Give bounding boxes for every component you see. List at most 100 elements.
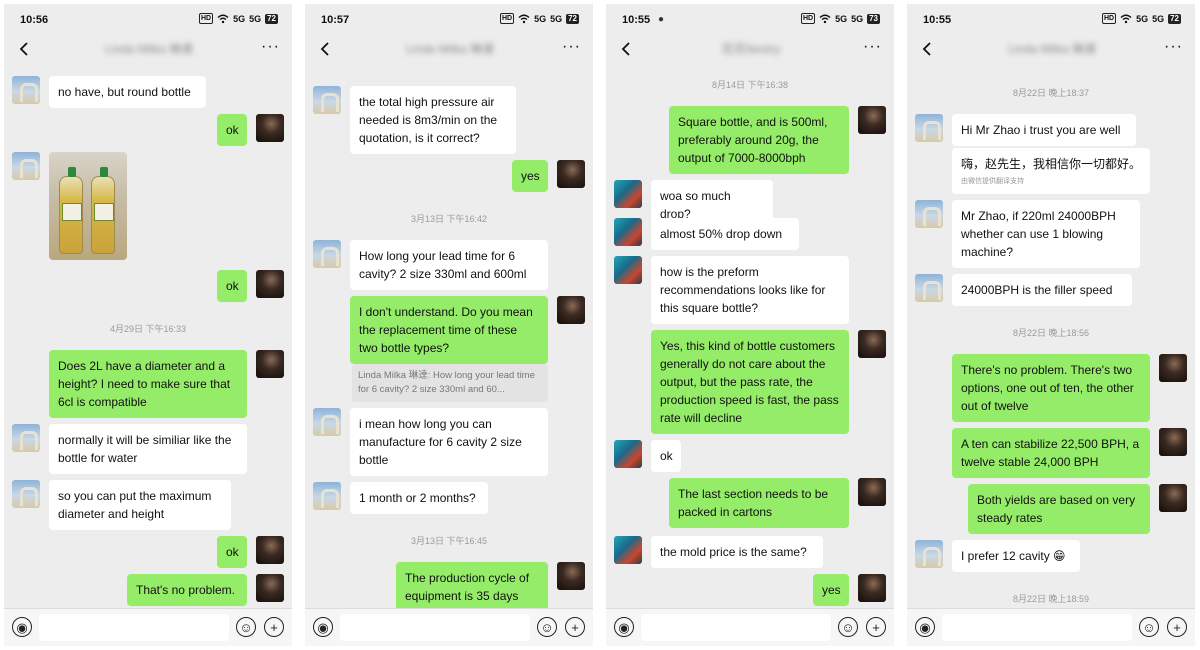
- message-bubble[interactable]: yes: [512, 160, 548, 192]
- chevron-left-icon[interactable]: [616, 38, 638, 60]
- avatar[interactable]: [557, 296, 585, 324]
- emoji-icon[interactable]: ☺: [1139, 617, 1159, 637]
- quoted-message[interactable]: Linda Milka 琳達: How long your lead time …: [352, 364, 548, 402]
- status-time: 10:55: [923, 14, 952, 26]
- chevron-left-icon[interactable]: [315, 38, 337, 60]
- avatar[interactable]: [256, 270, 284, 298]
- message-bubble[interactable]: ok: [217, 536, 247, 568]
- message-bubble[interactable]: Hi Mr Zhao i trust you are well: [952, 114, 1136, 146]
- plus-icon[interactable]: +: [264, 617, 284, 637]
- wifi-icon: [1120, 14, 1132, 23]
- voice-icon[interactable]: ◉: [915, 617, 935, 637]
- avatar[interactable]: [256, 536, 284, 564]
- more-dots-icon[interactable]: ···: [562, 38, 581, 56]
- status-bar: 10:55 HD 5G 5G 72: [907, 4, 1195, 32]
- avatar[interactable]: [313, 86, 341, 114]
- message-bubble[interactable]: ok: [217, 114, 247, 146]
- avatar[interactable]: [12, 76, 40, 104]
- message-bubble[interactable]: how is the preform recommendations looks…: [651, 256, 849, 324]
- message-bubble[interactable]: A ten can stabilize 22,500 BPH, a twelve…: [952, 428, 1150, 478]
- voice-icon[interactable]: ◉: [12, 617, 32, 637]
- avatar[interactable]: [614, 256, 642, 284]
- message-bubble[interactable]: There's no problem. There's two options,…: [952, 354, 1150, 422]
- avatar[interactable]: [256, 574, 284, 602]
- message-bubble[interactable]: Yes, this kind of bottle customers gener…: [651, 330, 849, 434]
- message-bubble[interactable]: ok: [651, 440, 681, 472]
- message-bubble[interactable]: ok: [217, 270, 247, 302]
- avatar[interactable]: [915, 200, 943, 228]
- avatar[interactable]: [557, 562, 585, 590]
- avatar[interactable]: [858, 106, 886, 134]
- message-bubble[interactable]: The production cycle of equipment is 35 …: [396, 562, 548, 608]
- message-list[interactable]: the total high pressure air needed is 8m…: [305, 68, 593, 608]
- message-bubble[interactable]: I don't understand. Do you mean the repl…: [350, 296, 548, 364]
- avatar[interactable]: [915, 540, 943, 568]
- message-bubble[interactable]: Does 2L have a diameter and a height? I …: [49, 350, 247, 418]
- input-bar: ◉ ☺ +: [907, 608, 1195, 646]
- message-bubble[interactable]: The last section needs to be packed in c…: [669, 478, 849, 528]
- more-dots-icon[interactable]: ···: [261, 38, 280, 56]
- avatar[interactable]: [858, 478, 886, 506]
- avatar[interactable]: [256, 114, 284, 142]
- message-input[interactable]: [39, 614, 229, 641]
- emoji-icon[interactable]: ☺: [838, 617, 858, 637]
- message-list[interactable]: 8月22日 晚上18:37 Hi Mr Zhao i trust you are…: [907, 68, 1195, 608]
- message-bubble[interactable]: no have, but round bottle: [49, 76, 206, 108]
- more-dots-icon[interactable]: ···: [863, 38, 882, 56]
- message-input[interactable]: [340, 614, 530, 641]
- avatar[interactable]: [12, 424, 40, 452]
- message-bubble[interactable]: Square bottle, and is 500ml, preferably …: [669, 106, 849, 174]
- message-bubble[interactable]: Mr Zhao, if 220ml 24000BPH whether can u…: [952, 200, 1140, 268]
- avatar[interactable]: [557, 160, 585, 188]
- message-bubble[interactable]: That's no problem.: [127, 574, 247, 606]
- chevron-left-icon[interactable]: [917, 38, 939, 60]
- more-dots-icon[interactable]: ···: [1164, 38, 1183, 56]
- message-bubble[interactable]: i mean how long you can manufacture for …: [350, 408, 548, 476]
- message-list[interactable]: 8月14日 下午16:38 Square bottle, and is 500m…: [606, 68, 894, 608]
- avatar[interactable]: [915, 114, 943, 142]
- message-bubble[interactable]: the total high pressure air needed is 8m…: [350, 86, 516, 154]
- avatar[interactable]: [313, 408, 341, 436]
- photo-message[interactable]: [49, 152, 127, 260]
- message-input[interactable]: [641, 614, 831, 641]
- message-bubble[interactable]: How long your lead time for 6 cavity? 2 …: [350, 240, 548, 290]
- avatar[interactable]: [313, 240, 341, 268]
- avatar[interactable]: [858, 330, 886, 358]
- plus-icon[interactable]: +: [866, 617, 886, 637]
- plus-icon[interactable]: +: [1167, 617, 1187, 637]
- plus-icon[interactable]: +: [565, 617, 585, 637]
- avatar[interactable]: [12, 152, 40, 180]
- emoji-icon[interactable]: ☺: [537, 617, 557, 637]
- message-bubble[interactable]: 1 month or 2 months?: [350, 482, 488, 514]
- status-icons: HD 5G 5G 73: [800, 13, 880, 24]
- avatar[interactable]: [614, 536, 642, 564]
- avatar[interactable]: [1159, 354, 1187, 382]
- avatar[interactable]: [614, 218, 642, 246]
- emoji-icon[interactable]: ☺: [236, 617, 256, 637]
- message-bubble[interactable]: I prefer 12 cavity 😁: [952, 540, 1080, 572]
- voice-icon[interactable]: ◉: [313, 617, 333, 637]
- avatar[interactable]: [614, 440, 642, 468]
- message-bubble[interactable]: so you can put the maximum diameter and …: [49, 480, 231, 530]
- avatar[interactable]: [256, 350, 284, 378]
- avatar[interactable]: [1159, 428, 1187, 456]
- message-bubble[interactable]: Both yields are based on very steady rat…: [968, 484, 1150, 534]
- avatar[interactable]: [614, 180, 642, 208]
- avatar[interactable]: [12, 480, 40, 508]
- oil-bottles-photo: [49, 152, 127, 260]
- translation-bubble[interactable]: 嗨，赵先生，我相信你一切都好。 由微信提供翻译支持: [952, 148, 1150, 194]
- avatar[interactable]: [1159, 484, 1187, 512]
- message-bubble[interactable]: normally it will be similiar like the bo…: [49, 424, 247, 474]
- message-input[interactable]: [942, 614, 1132, 641]
- message-bubble[interactable]: the mold price is the same?: [651, 536, 823, 568]
- avatar[interactable]: [313, 482, 341, 510]
- chevron-left-icon[interactable]: [14, 38, 36, 60]
- avatar[interactable]: [858, 574, 886, 602]
- message-bubble[interactable]: 24000BPH is the filler speed: [952, 274, 1132, 306]
- voice-icon[interactable]: ◉: [614, 617, 634, 637]
- message-bubble[interactable]: almost 50% drop down: [651, 218, 799, 250]
- status-bar: 10:56 HD 5G 5G 72: [4, 4, 292, 32]
- message-bubble[interactable]: yes: [813, 574, 849, 606]
- message-list[interactable]: no have, but round bottle ok ok 4月29日 下午…: [4, 68, 292, 608]
- avatar[interactable]: [915, 274, 943, 302]
